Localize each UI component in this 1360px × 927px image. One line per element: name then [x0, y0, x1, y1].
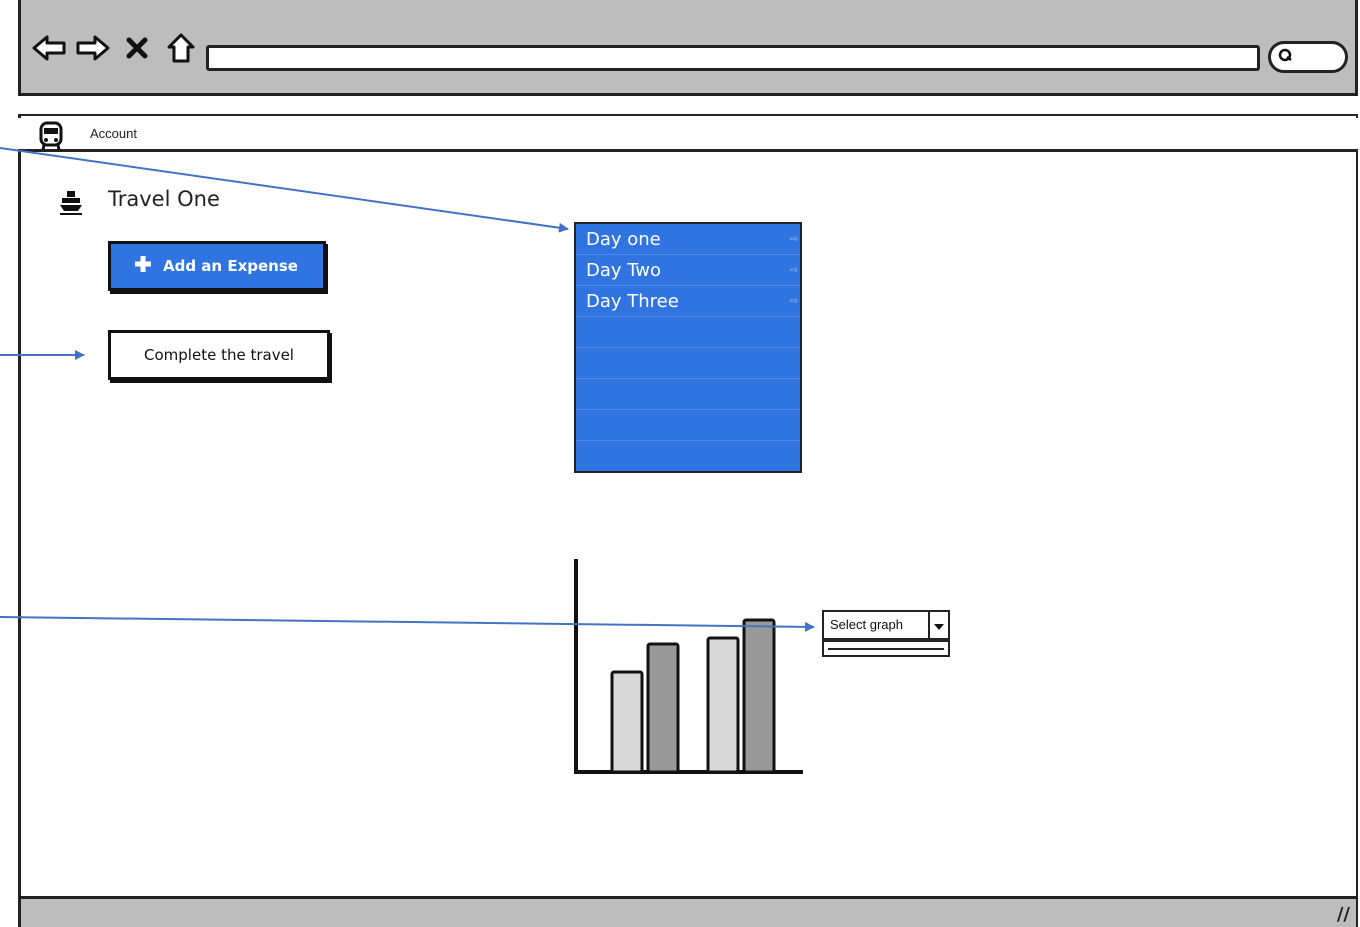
chevron-right-icon: ⇨ [789, 234, 798, 245]
graph-select-value: Select graph [830, 617, 903, 632]
graph-select-dropdown [822, 640, 950, 657]
forward-arrow-icon[interactable] [74, 30, 112, 66]
menu-bar: Account [18, 118, 1358, 152]
list-empty-row [576, 379, 800, 410]
chevron-down-icon [934, 616, 944, 635]
list-item-day-one[interactable]: Day one ⇨ [576, 224, 800, 255]
toolbar-divider [18, 96, 1358, 116]
ship-icon [58, 189, 84, 219]
chart-bar [646, 642, 680, 774]
chevron-right-icon: ⇨ [789, 265, 798, 276]
list-item-day-two[interactable]: Day Two ⇨ [576, 255, 800, 286]
bar-chart [574, 559, 803, 774]
chart-bar [706, 636, 740, 774]
status-bar: // [18, 896, 1358, 927]
nav-buttons [30, 30, 200, 66]
close-icon[interactable] [118, 30, 156, 66]
chart-bar [610, 670, 644, 774]
account-link[interactable]: Account [90, 126, 137, 141]
list-empty-row [576, 410, 800, 441]
resize-grip-icon[interactable]: // [1337, 904, 1350, 925]
list-empty-row [576, 317, 800, 348]
home-icon[interactable] [162, 30, 200, 66]
chart-bar [742, 618, 776, 774]
browser-search-field[interactable] [1268, 41, 1348, 73]
list-item-day-three[interactable]: Day Three ⇨ [576, 286, 800, 317]
list-item-label: Day Three [586, 291, 679, 312]
list-item-label: Day one [586, 229, 661, 250]
back-arrow-icon[interactable] [30, 30, 68, 66]
plus-icon [133, 254, 153, 278]
complete-travel-label: Complete the travel [144, 346, 294, 364]
url-bar[interactable] [206, 45, 1260, 71]
search-icon [1277, 47, 1295, 67]
add-expense-label: Add an Expense [163, 257, 298, 275]
chevron-right-icon: ⇨ [789, 296, 798, 307]
bus-icon [38, 120, 64, 156]
day-list: Day one ⇨ Day Two ⇨ Day Three ⇨ [574, 222, 802, 473]
list-empty-row [576, 348, 800, 379]
complete-travel-button[interactable]: Complete the travel [108, 330, 330, 380]
page-title: Travel One [108, 187, 220, 211]
list-item-label: Day Two [586, 260, 662, 281]
add-expense-button[interactable]: Add an Expense [108, 241, 326, 291]
graph-select[interactable]: Select graph [822, 610, 930, 640]
graph-select-toggle[interactable] [928, 610, 950, 640]
